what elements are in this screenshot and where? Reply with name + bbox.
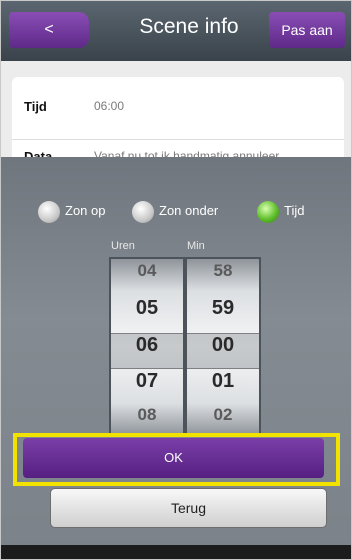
bottom-bar bbox=[1, 545, 351, 559]
minute-wheel[interactable]: 58 59 00 01 02 bbox=[185, 257, 261, 437]
radio-off-icon bbox=[132, 201, 154, 223]
scene-info-panel: Tijd 06:00 Data Vanaf nu tot ik handmati… bbox=[1, 61, 351, 197]
hour-option[interactable]: 08 bbox=[111, 405, 183, 425]
back-button[interactable]: < bbox=[9, 12, 89, 48]
hour-option[interactable]: 04 bbox=[111, 261, 183, 281]
cancel-button[interactable]: Terug bbox=[50, 488, 327, 528]
ok-button[interactable]: OK bbox=[23, 438, 324, 478]
radio-off-icon bbox=[38, 201, 60, 223]
radio-on-icon bbox=[257, 201, 279, 223]
time-picker-dialog: Zon op Zon onder Tijd Uren Min 04 05 06 … bbox=[1, 157, 351, 559]
hour-option[interactable]: 05 bbox=[111, 297, 183, 320]
time-value: 06:00 bbox=[94, 99, 125, 113]
hours-column-label: Uren bbox=[111, 240, 135, 252]
minute-option[interactable]: 02 bbox=[187, 405, 259, 425]
trigger-options: Zon op Zon onder Tijd bbox=[1, 198, 351, 226]
hour-option-selected[interactable]: 06 bbox=[111, 334, 183, 357]
page-title: Scene info bbox=[139, 15, 239, 38]
app-screen: < Scene info Pas aan Tijd 06:00 Data Van… bbox=[0, 0, 352, 560]
hour-option[interactable]: 07 bbox=[111, 370, 183, 393]
hour-wheel[interactable]: 04 05 06 07 08 bbox=[109, 257, 185, 437]
minute-option[interactable]: 01 bbox=[187, 370, 259, 393]
minute-option-selected[interactable]: 00 bbox=[187, 334, 259, 357]
radio-time-label: Tijd bbox=[284, 203, 305, 218]
top-bar: < Scene info Pas aan bbox=[1, 1, 351, 61]
minutes-column-label: Min bbox=[187, 240, 205, 252]
time-label: Tijd bbox=[24, 99, 47, 114]
radio-sunrise-label: Zon op bbox=[65, 203, 106, 218]
row-divider bbox=[12, 139, 344, 140]
minute-option[interactable]: 59 bbox=[187, 297, 259, 320]
minute-option[interactable]: 58 bbox=[187, 261, 259, 281]
edit-button[interactable]: Pas aan bbox=[269, 12, 345, 48]
radio-sunset-label: Zon onder bbox=[159, 203, 219, 218]
